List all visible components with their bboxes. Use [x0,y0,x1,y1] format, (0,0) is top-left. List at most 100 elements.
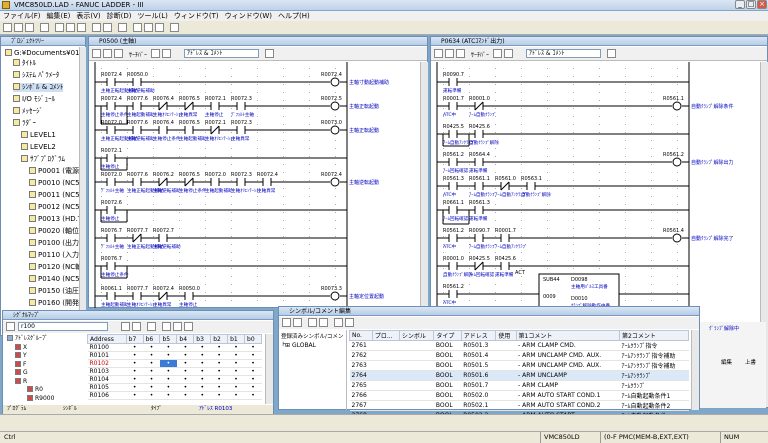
signal-bit[interactable]: • [159,351,177,360]
ladder-view-icon[interactable] [133,23,142,32]
zoom-icon[interactable] [607,49,616,58]
signal-bit[interactable]: • [210,359,228,368]
ladder-find-icon[interactable] [445,49,454,58]
signal-row[interactable]: R0101 • • • • • • • • [87,351,262,360]
tree-item[interactable]: P0010 (NC5 [29,179,80,188]
symbol-col-header[interactable]: 使用 [495,330,517,341]
signal-bit[interactable]: • [210,367,228,376]
signal-bit[interactable]: • [244,359,262,368]
tree-item[interactable]: ｼｽﾃﾑ ﾊﾟﾗﾒｰﾀ [13,71,59,80]
minimize-button[interactable]: _ [735,0,745,9]
signal-bit[interactable]: • [143,391,160,400]
menu-item-6[interactable]: ウィンドウ(W) [225,12,272,20]
signal-bit[interactable]: • [193,351,211,360]
tree-item[interactable]: P0013 (HD.T [29,215,82,224]
signal-bit[interactable]: • [176,359,194,368]
signal-row[interactable]: R0106 • • • • • • • • [87,391,262,400]
symbol-col-header[interactable]: タイプ [433,330,462,341]
symbol-row[interactable]: 2767 BOOL R0502.1- ARM AUTO START COND.2 ｱｰ… [349,400,689,411]
undo-icon[interactable] [92,23,101,32]
copy-icon[interactable] [66,23,75,32]
redo-icon[interactable] [103,23,112,32]
symbol-row[interactable]: 2766 BOOL R0502.0- ARM AUTO START COND.1 ｱｰ… [349,390,689,401]
signal-bit[interactable]: • [143,351,160,360]
signal-bit[interactable]: • [244,367,262,376]
find-icon[interactable] [147,322,156,331]
ladder-jump-icon[interactable] [114,49,123,58]
symbol-col-header[interactable]: プロ... [371,330,400,341]
zoom-icon[interactable] [265,49,274,58]
symbol-table-scrollbar[interactable] [691,330,699,410]
binoculars-icon[interactable] [493,49,502,58]
symbol-row[interactable]: 2762 BOOL R0501.4- ARM UNCLAMP CMD. AUX. ｱｰ… [349,350,689,361]
tree-item[interactable]: P0012 (NC5 [29,203,80,212]
signal-bit[interactable]: • [210,391,228,400]
tree-item[interactable]: P0001 (電源 [29,167,79,176]
menu-item-7[interactable]: ヘルプ(H) [278,12,310,20]
signal-row[interactable]: R0100 • • • • • • • • [87,343,262,352]
monitor-icon[interactable] [144,23,153,32]
signal-col-header[interactable]: b5 [159,334,178,344]
signal-bit[interactable]: • [143,367,160,376]
tree-item[interactable]: P0110 (入力 [29,251,79,260]
signal-row[interactable]: R0104 • • • • • • • • [87,375,262,384]
signal-bit[interactable]: • [126,359,144,368]
signal-bit[interactable]: • [176,351,194,360]
signal-bit[interactable]: • [227,391,245,400]
maximize-button[interactable]: □ [746,0,756,9]
tree-item[interactable]: P0140 (NC5 [29,275,80,284]
tree-item[interactable]: P0120 (NC軸 [29,263,82,272]
signal-bit[interactable]: • [143,359,160,368]
signal-bit[interactable]: • [244,351,262,360]
tree-item[interactable]: I/O ﾓｼﾞｭｰﾙ [13,95,55,104]
signal-bit[interactable]: • [210,383,228,392]
tree-item[interactable]: LEVEL2 [21,143,56,152]
binoculars-icon[interactable] [151,49,160,58]
signal-row[interactable]: R0102 • • • • • • • • [87,359,262,368]
next-icon[interactable] [132,322,141,331]
signal-bit[interactable]: • [159,383,177,392]
signal-col-header[interactable]: b2 [210,334,229,344]
tree-item[interactable]: ﾗﾀﾞｰ [13,119,36,128]
filter-icon[interactable] [319,318,328,327]
signal-bit[interactable]: • [126,391,144,400]
print-icon[interactable] [40,23,49,32]
signal-bit[interactable]: • [227,343,245,352]
symbol-col-header[interactable]: アドレス [460,330,497,341]
tree-item[interactable]: LEVEL1 [21,131,56,140]
signal-bit[interactable]: • [210,375,228,384]
symbol-row[interactable]: 2763 BOOL R0501.5- ARM UNCLAMP CMD. AUX. ｱｰ… [349,360,689,371]
signal-bit[interactable]: • [143,383,160,392]
export-icon[interactable] [345,318,354,327]
signal-bit[interactable]: • [244,375,262,384]
open-file-icon[interactable] [14,23,23,32]
signal-bit[interactable]: • [210,351,228,360]
tree-item[interactable]: P0160 (開発 [29,299,79,308]
paste-icon[interactable] [77,23,86,32]
symbol-row[interactable]: 2765 BOOL R0501.7- ARM CLAMP ｱｰﾑｸﾗﾝﾌﾟ [349,380,689,391]
signal-bit[interactable]: • [176,375,194,384]
find-next-icon[interactable] [162,49,171,58]
signal-map-scrollbar[interactable] [265,334,273,404]
signal-bit[interactable]: • [176,391,194,400]
menu-item-3[interactable]: 診断(D) [107,12,132,20]
signal-bit[interactable]: • [159,359,177,368]
signal-bit[interactable]: • [126,375,144,384]
signal-bit[interactable]: • [227,359,245,368]
signal-bit[interactable]: • [193,343,211,352]
search-icon[interactable] [308,318,317,327]
signal-bit[interactable]: • [176,343,194,352]
signal-bit[interactable]: • [159,367,177,376]
signal-bit[interactable]: • [126,367,144,376]
symbol-row[interactable]: 2761 BOOL R0501.3- ARM CLAMP CMD. ｱｰﾑｸﾗﾝﾌﾟ指… [349,340,689,351]
new-file-icon[interactable] [3,23,12,32]
save-icon[interactable] [25,23,34,32]
signal-col-header[interactable]: Address [87,334,127,344]
symbol-row[interactable]: 2764 BOOL R0501.6- ARM UNCLAMP ｱｰﾑｱﾝｸﾗﾝﾌﾟ [349,370,689,381]
signal-tree-item[interactable]: R [15,377,27,386]
symbol-col-header[interactable]: シンボル [398,330,435,341]
tree-item[interactable]: ｻﾌﾞﾌﾟﾛｸﾞﾗﾑ [21,155,65,164]
symbol-col-header[interactable]: No. [349,330,373,341]
tree-item[interactable]: ﾒｯｾｰｼﾞ [13,107,43,116]
menu-item-1[interactable]: 編集(E) [47,12,71,20]
